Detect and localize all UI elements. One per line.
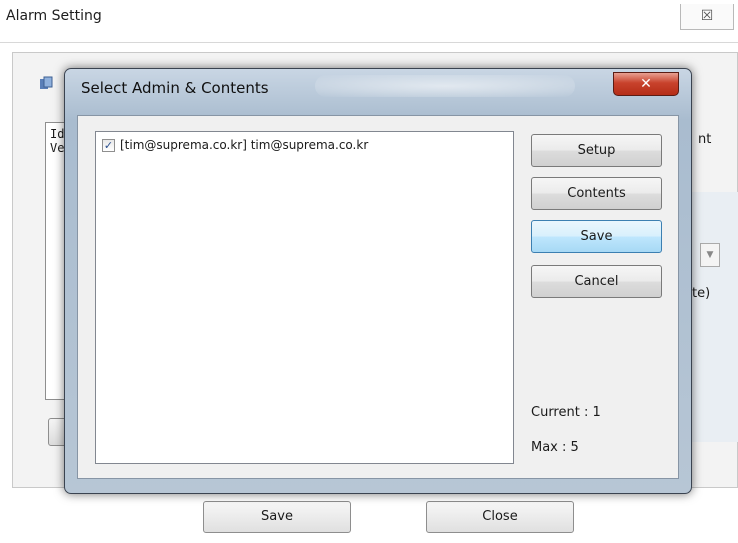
current-count: Current : 1	[531, 405, 601, 420]
background-text-fragment: nt	[698, 132, 712, 147]
title-bar-glare	[315, 75, 575, 97]
dropdown-arrow-icon[interactable]: ▼	[700, 243, 720, 267]
background-text-fragment: te)	[692, 286, 711, 301]
background-right-panel	[686, 192, 738, 442]
dialog-body: ✓ [tim@suprema.co.kr] tim@suprema.co.kr …	[77, 115, 679, 479]
divider	[0, 42, 738, 43]
close-button[interactable]: Close	[426, 501, 574, 533]
admin-list[interactable]: ✓ [tim@suprema.co.kr] tim@suprema.co.kr	[95, 131, 514, 464]
checkmark-icon: ✓	[103, 139, 114, 152]
app-icon	[40, 76, 53, 89]
dialog-title: Select Admin & Contents	[81, 79, 269, 97]
max-count: Max : 5	[531, 440, 579, 455]
contents-button[interactable]: Contents	[531, 177, 662, 210]
window-close-button[interactable]: ☒	[680, 4, 734, 30]
window-title: Alarm Setting	[6, 8, 102, 24]
save-button[interactable]: Save	[203, 501, 351, 533]
setup-button[interactable]: Setup	[531, 134, 662, 167]
admin-label: [tim@suprema.co.kr] tim@suprema.co.kr	[120, 138, 369, 152]
cancel-button[interactable]: Cancel	[531, 265, 662, 298]
save-button[interactable]: Save	[531, 220, 662, 253]
dialog-close-button[interactable]: ✕	[613, 72, 679, 96]
close-icon: ☒	[700, 8, 714, 24]
select-admin-dialog: Select Admin & Contents ✕ ✓ [tim@suprema…	[64, 68, 692, 494]
admin-checkbox[interactable]: ✓	[102, 139, 115, 152]
close-icon: ✕	[640, 76, 652, 92]
